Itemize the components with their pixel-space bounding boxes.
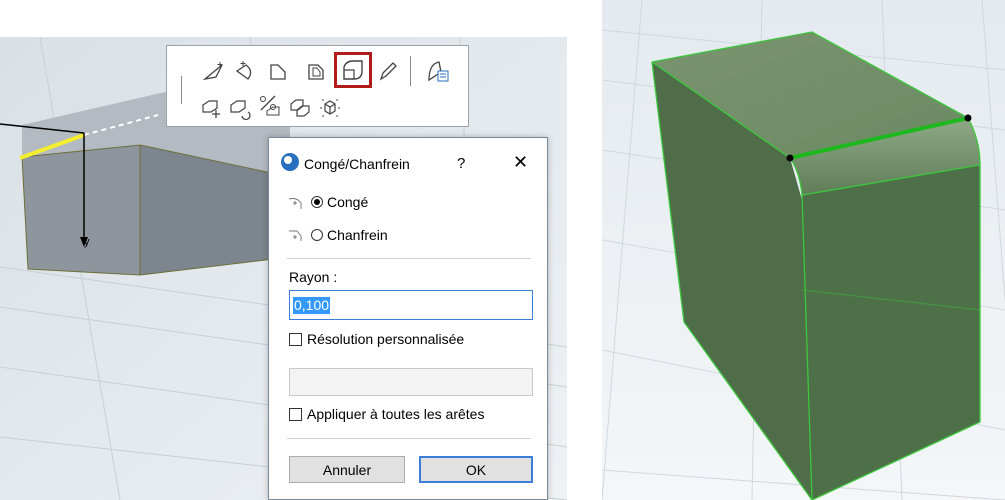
dialog-title: Congé/Chanfrein [304,156,410,172]
face-shell-icon[interactable] [302,57,330,85]
right-3d-scene[interactable] [602,0,1005,500]
fillet-option-icon [287,195,307,211]
fillet-option-label[interactable]: Congé [327,194,368,210]
fillet-add-curve-icon[interactable] [232,57,260,85]
fillet-chamfer-dialog: Congé/Chanfrein ? ✕ Congé Chanfrein Rayo… [268,137,548,500]
explode-box-icon[interactable] [316,94,344,122]
custom-resolution-label[interactable]: Résolution personnalisée [307,331,464,347]
radius-value[interactable]: 0,100 [293,297,331,314]
apply-all-edges-label[interactable]: Appliquer à toutes les arêtes [307,406,484,422]
radius-input[interactable]: 0,100 [289,290,533,320]
chamfer-option-icon [287,227,307,243]
edit-toolbar [166,45,469,127]
archicad-app-icon [281,153,299,171]
edge-endpoint-right[interactable] [964,114,972,122]
chamfer-option-label[interactable]: Chanfrein [327,227,388,243]
duplicate-icon[interactable] [286,94,314,122]
y-axis-label: y [84,236,90,248]
face-offset-icon[interactable] [264,57,292,85]
radius-label: Rayon : [289,269,338,285]
right-3d-viewport[interactable] [602,0,1005,500]
toolbar-separator [410,56,411,86]
divider [287,438,531,439]
rotate-add-icon[interactable] [226,94,254,122]
fillet-radio[interactable] [311,196,323,208]
ok-button[interactable]: OK [419,456,533,483]
move-add-icon[interactable] [198,94,226,122]
close-icon[interactable]: ✕ [513,152,528,173]
custom-resolution-checkbox[interactable] [289,333,302,346]
help-button[interactable]: ? [457,155,465,172]
cancel-button[interactable]: Annuler [289,456,405,483]
percent-scale-icon[interactable] [256,92,284,120]
toolbar-separator [181,76,182,104]
apply-all-edges-checkbox[interactable] [289,408,302,421]
resolution-input [289,368,533,396]
edge-endpoint-left[interactable] [786,154,794,162]
pencil-icon[interactable] [374,57,402,85]
chamfer-radio[interactable] [311,229,323,241]
divider [287,258,531,259]
surface-doc-icon[interactable] [424,57,452,85]
fillet-chamfer-icon[interactable] [334,52,372,88]
fillet-add-edge-icon[interactable] [200,57,228,85]
